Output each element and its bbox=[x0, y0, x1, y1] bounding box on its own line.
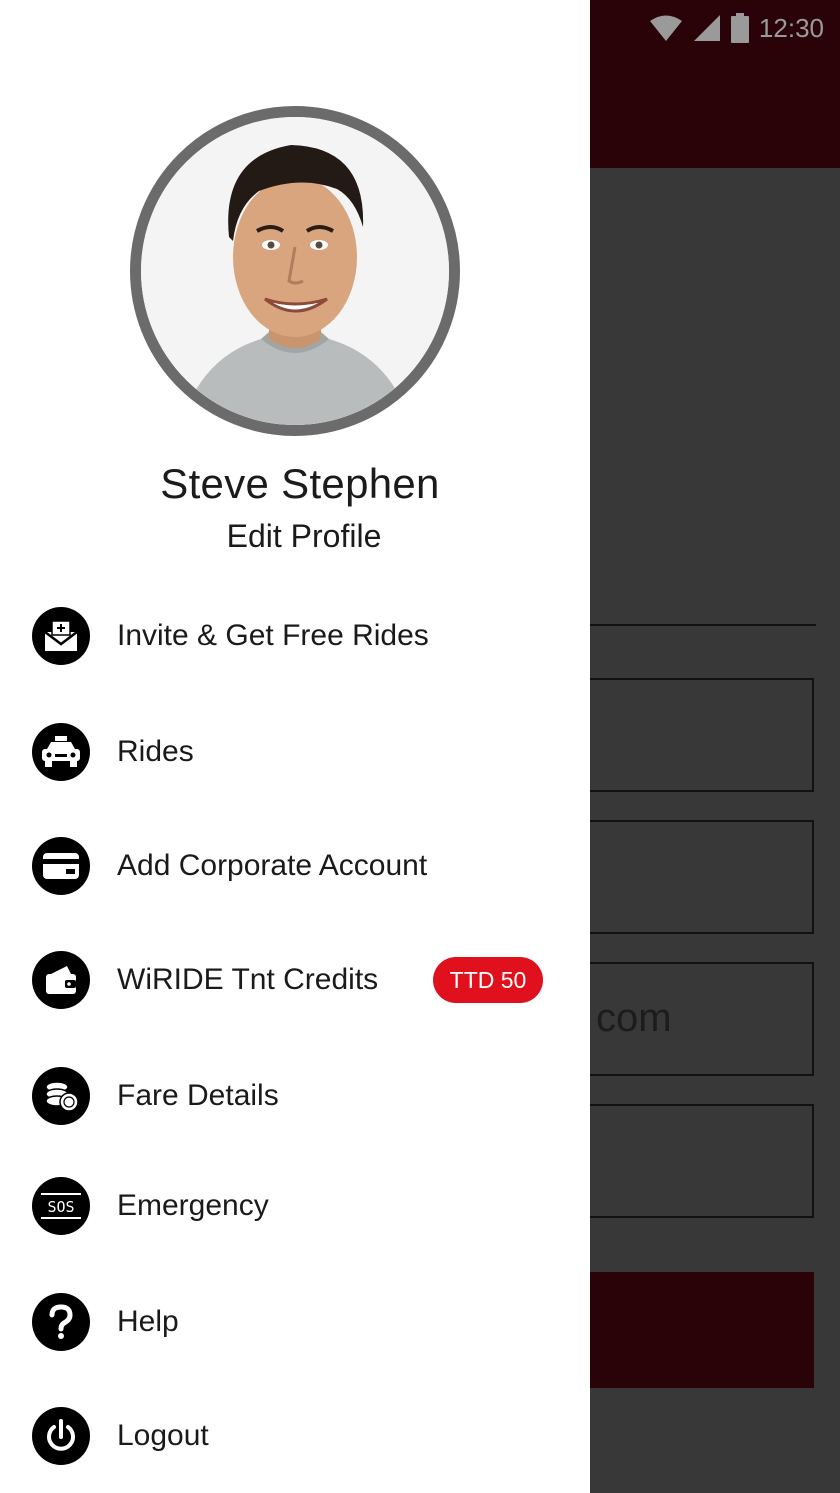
menu-item-label: Add Corporate Account bbox=[117, 849, 428, 882]
avatar-photo bbox=[141, 117, 449, 425]
menu-item-label: Invite & Get Free Rides bbox=[117, 619, 429, 652]
status-bar: 12:30 bbox=[649, 10, 824, 46]
form-field[interactable] bbox=[560, 820, 814, 934]
taxi-icon bbox=[32, 723, 90, 781]
power-icon bbox=[32, 1407, 90, 1465]
navigation-drawer: Steve Stephen Edit Profile Invite & Get … bbox=[0, 0, 590, 1493]
menu-item-corporate-account[interactable]: Add Corporate Account bbox=[0, 816, 590, 916]
avatar[interactable] bbox=[130, 106, 460, 436]
help-icon bbox=[32, 1293, 90, 1351]
menu-item-label: Rides bbox=[117, 735, 194, 768]
menu-item-emergency[interactable]: SOS Emergency bbox=[0, 1156, 590, 1256]
menu-item-label: Fare Details bbox=[117, 1079, 279, 1112]
menu-item-label: Logout bbox=[117, 1419, 209, 1452]
menu-item-invite[interactable]: Invite & Get Free Rides bbox=[0, 586, 590, 686]
invite-envelope-icon bbox=[32, 607, 90, 665]
card-icon bbox=[32, 837, 90, 895]
divider bbox=[590, 624, 816, 626]
menu-item-label: Emergency bbox=[117, 1189, 269, 1222]
sos-icon: SOS bbox=[32, 1177, 90, 1235]
menu-item-label: WiRIDE Tnt Credits bbox=[117, 963, 379, 996]
menu-item-label: Help bbox=[117, 1305, 179, 1338]
menu-item-rides[interactable]: Rides bbox=[0, 702, 590, 802]
wifi-icon bbox=[649, 14, 683, 42]
menu-item-help[interactable]: Help bbox=[0, 1272, 590, 1372]
profile-name: Steve Stephen bbox=[160, 460, 440, 507]
menu-item-logout[interactable]: Logout bbox=[0, 1386, 590, 1486]
status-time: 12:30 bbox=[758, 12, 824, 43]
edit-profile-link[interactable]: Edit Profile bbox=[0, 518, 608, 555]
coins-icon bbox=[32, 1067, 90, 1125]
wallet-icon bbox=[32, 951, 90, 1009]
field-value: com bbox=[596, 996, 672, 1040]
menu-item-credits[interactable]: WiRIDE Tnt Credits TTD 50 bbox=[0, 930, 590, 1030]
signal-icon bbox=[693, 14, 721, 42]
svg-text:SOS: SOS bbox=[47, 1198, 74, 1216]
submit-button[interactable] bbox=[590, 1272, 814, 1388]
menu-item-fare-details[interactable]: Fare Details bbox=[0, 1046, 590, 1146]
form-field[interactable] bbox=[560, 678, 814, 792]
credits-badge: TTD 50 bbox=[433, 957, 543, 1003]
battery-icon bbox=[730, 13, 749, 43]
form-field[interactable] bbox=[560, 1104, 814, 1218]
